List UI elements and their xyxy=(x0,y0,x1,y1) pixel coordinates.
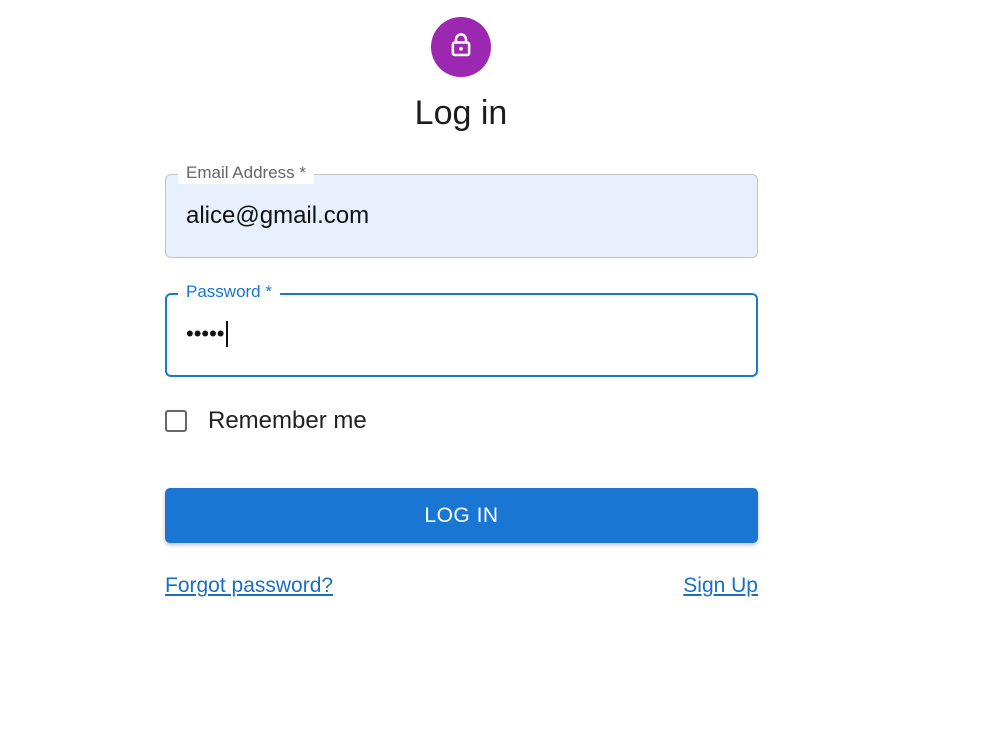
avatar xyxy=(431,17,491,77)
login-button[interactable]: LOG IN xyxy=(165,488,758,543)
email-field[interactable]: Email Address * alice@gmail.com xyxy=(165,162,758,258)
password-field-label: Password * xyxy=(178,281,280,303)
forgot-password-link[interactable]: Forgot password? xyxy=(165,573,333,599)
login-page: Log in Email Address * alice@gmail.com P… xyxy=(0,0,1000,749)
page-title: Log in xyxy=(414,94,508,132)
email-field-label: Email Address * xyxy=(178,162,314,184)
text-caret xyxy=(225,321,228,347)
sign-up-link[interactable]: Sign Up xyxy=(683,573,758,599)
remember-me-label[interactable]: Remember me xyxy=(208,406,367,436)
remember-me-option[interactable]: Remember me xyxy=(165,406,367,436)
password-field-value[interactable]: ••••• xyxy=(186,319,225,349)
lock-icon xyxy=(446,30,476,65)
remember-me-checkbox[interactable] xyxy=(165,410,187,432)
password-field[interactable]: Password * ••••• xyxy=(165,281,758,377)
email-field-value[interactable]: alice@gmail.com xyxy=(186,201,369,231)
password-field-value-wrap[interactable]: ••••• xyxy=(186,319,228,349)
